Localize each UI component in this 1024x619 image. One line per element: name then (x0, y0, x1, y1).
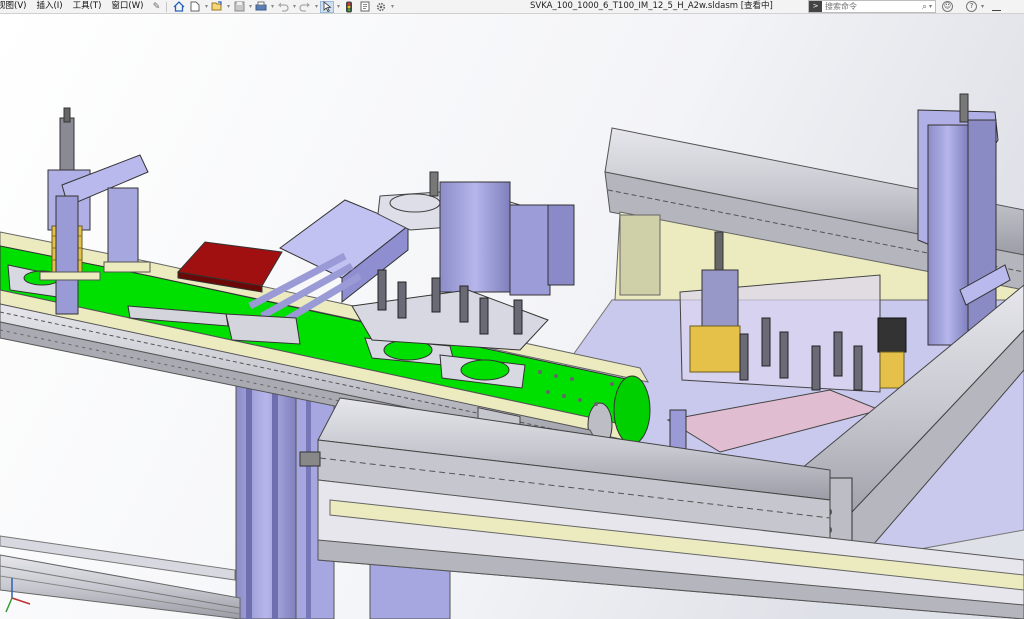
open-icon[interactable] (210, 1, 224, 13)
user-icon[interactable]: ☺ (942, 1, 953, 12)
save-icon[interactable] (232, 1, 246, 13)
options-icon[interactable] (374, 1, 388, 13)
menu-window[interactable]: 窗口(W) (108, 0, 150, 13)
file-properties-icon[interactable] (358, 1, 372, 13)
open-dropdown-icon[interactable]: ▾ (225, 3, 231, 10)
menu-insert[interactable]: 插入(I) (33, 0, 69, 13)
search-commands-field[interactable]: > ⌕ ▾ (808, 0, 936, 13)
document-title: SVKA_100_1000_6_T100_IM_12_5_H_A2w.sldas… (530, 1, 773, 11)
select-dropdown-icon[interactable]: ▾ (335, 3, 341, 10)
print-dropdown-icon[interactable]: ▾ (269, 3, 275, 10)
menu-view[interactable]: 视图(V) (0, 0, 33, 13)
help-icon[interactable]: ? (966, 0, 977, 13)
pin-icon[interactable]: ✎ (150, 2, 162, 12)
print-icon[interactable] (254, 1, 268, 13)
new-icon[interactable] (188, 1, 202, 13)
search-icon[interactable]: ⌕ (922, 2, 929, 12)
account-icon[interactable]: ☺ (942, 0, 953, 13)
new-dropdown-icon[interactable]: ▾ (203, 3, 209, 10)
redo-dropdown-icon[interactable]: ▾ (313, 3, 319, 10)
minimize-icon[interactable] (992, 0, 1001, 13)
select-icon[interactable] (320, 0, 335, 13)
save-dropdown-icon[interactable]: ▾ (247, 3, 253, 10)
help-dropdown-icon[interactable]: ▾ (981, 0, 984, 13)
graphics-viewport[interactable] (0, 14, 1024, 619)
command-prompt-icon: > (809, 1, 822, 12)
menu-tools[interactable]: 工具(T) (70, 0, 109, 13)
toolbar-separator (166, 1, 168, 12)
redo-icon[interactable] (298, 1, 312, 13)
rebuild-icon[interactable] (342, 1, 356, 13)
search-dropdown-icon[interactable]: ▾ (929, 3, 935, 10)
undo-icon[interactable] (276, 1, 290, 13)
question-icon[interactable]: ? (966, 1, 977, 12)
home-icon[interactable] (172, 1, 186, 13)
vertical-z-axis (917, 93, 999, 346)
options-dropdown-icon[interactable]: ▾ (389, 3, 395, 10)
undo-dropdown-icon[interactable]: ▾ (291, 3, 297, 10)
search-input[interactable] (822, 1, 908, 12)
